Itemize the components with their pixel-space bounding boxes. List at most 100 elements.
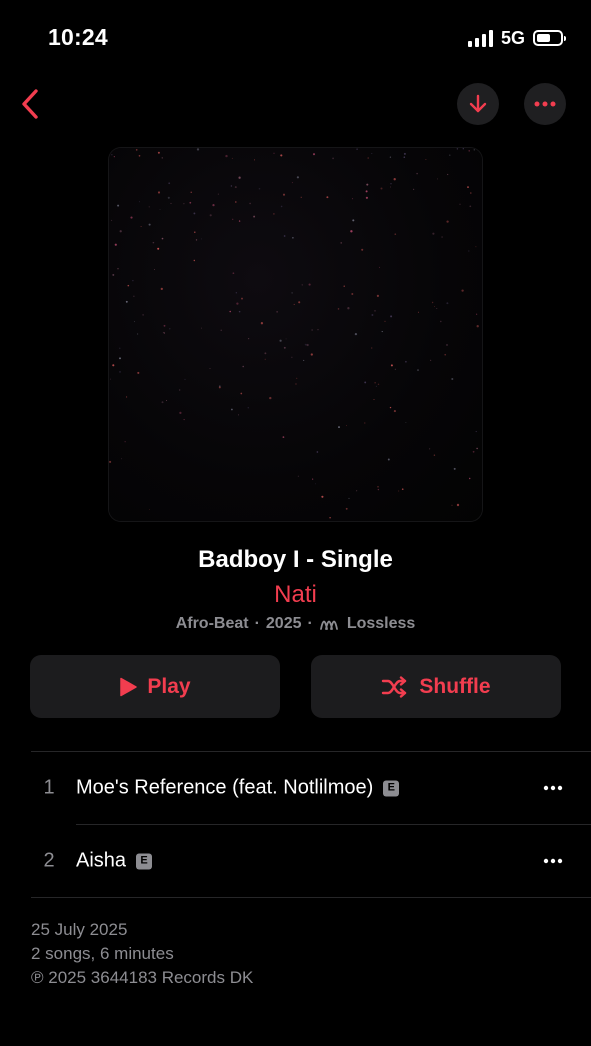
- star-dot: [238, 310, 241, 313]
- star-dot: [347, 307, 350, 310]
- track-number: 1: [43, 776, 55, 799]
- track-row[interactable]: 2 Aisha E: [0, 825, 591, 897]
- separator-dot: ·: [307, 615, 313, 632]
- star-dot: [247, 406, 250, 409]
- star-dot: [194, 231, 196, 234]
- star-dot: [351, 198, 354, 200]
- star-dot: [296, 377, 298, 379]
- star-dot: [238, 220, 241, 222]
- star-dot: [112, 273, 115, 276]
- star-dot: [373, 398, 375, 400]
- star-dot: [304, 343, 307, 346]
- star-dot: [232, 272, 235, 275]
- star-dot: [292, 236, 294, 239]
- explicit-icon: E: [136, 853, 153, 869]
- star-dot: [405, 421, 407, 423]
- album-metadata: Afro-Beat · 2025 · Lossless: [0, 615, 591, 633]
- star-dot: [209, 368, 211, 369]
- star-dot: [196, 148, 200, 151]
- status-time: 10:24: [48, 24, 108, 50]
- star-dot: [393, 178, 396, 181]
- star-dot: [127, 284, 130, 287]
- star-dot: [170, 202, 172, 204]
- star-dot: [417, 311, 419, 313]
- star-dot: [401, 488, 404, 491]
- star-dot: [135, 149, 138, 151]
- star-dot: [296, 176, 299, 179]
- star-dot: [236, 302, 239, 305]
- star-dot: [163, 332, 165, 334]
- starfield-artwork-image: [109, 148, 479, 519]
- star-dot: [273, 152, 275, 154]
- star-dot: [138, 154, 141, 157]
- explicit-icon: E: [383, 780, 400, 796]
- star-dot: [367, 157, 369, 159]
- star-dot: [459, 203, 461, 205]
- star-dot: [167, 196, 170, 199]
- star-dot: [133, 295, 135, 297]
- album-title: Badboy I - Single: [198, 546, 393, 573]
- star-dot: [254, 159, 255, 161]
- album-artwork: [109, 148, 482, 521]
- star-dot: [381, 331, 383, 333]
- more-options-button[interactable]: [524, 83, 566, 125]
- back-button[interactable]: [8, 82, 52, 126]
- star-dot: [398, 490, 400, 492]
- star-dot: [348, 497, 350, 499]
- star-dot: [279, 339, 282, 342]
- star-dot: [126, 396, 128, 398]
- star-dot: [295, 383, 297, 385]
- star-dot: [133, 321, 136, 323]
- network-type: 5G: [500, 27, 525, 48]
- star-dot: [291, 356, 293, 358]
- star-dot: [109, 378, 111, 380]
- star-dot: [441, 236, 443, 238]
- star-dot: [377, 485, 379, 488]
- download-button[interactable]: [457, 83, 499, 125]
- star-dot: [230, 185, 233, 187]
- star-dot: [163, 324, 166, 327]
- star-dot: [149, 509, 150, 510]
- star-dot: [425, 159, 427, 161]
- star-dot: [291, 292, 293, 294]
- star-dot: [371, 314, 374, 316]
- artist-link[interactable]: Nati: [0, 581, 591, 609]
- star-dot: [293, 303, 295, 305]
- star-dot: [389, 406, 392, 409]
- album-footer: 25 July 2025 2 songs, 6 minutes ℗ 2025 3…: [31, 918, 253, 990]
- star-dot: [338, 426, 340, 429]
- star-dot: [437, 178, 439, 180]
- star-dot: [238, 176, 241, 179]
- star-dot: [476, 447, 478, 450]
- star-dot: [225, 154, 228, 158]
- star-dot: [114, 243, 117, 246]
- track-more-button[interactable]: [537, 845, 569, 877]
- star-dot: [446, 302, 449, 305]
- star-dot: [148, 223, 151, 226]
- play-button[interactable]: Play: [30, 655, 280, 718]
- star-dot: [238, 414, 240, 416]
- battery-icon: [533, 30, 566, 46]
- track-more-button[interactable]: [537, 772, 569, 804]
- star-dot: [218, 385, 221, 388]
- star-dot: [456, 503, 460, 507]
- star-dot: [433, 454, 436, 456]
- shuffle-label: Shuffle: [419, 674, 491, 698]
- star-dot: [446, 220, 449, 223]
- star-dot: [345, 425, 348, 427]
- year-label: 2025: [265, 615, 302, 632]
- star-dot: [436, 307, 438, 309]
- lossless-icon: [319, 617, 341, 631]
- track-row[interactable]: 1 Moe's Reference (feat. Notlilmoe) E: [0, 752, 591, 824]
- star-dot: [193, 212, 196, 215]
- star-dot: [119, 371, 121, 373]
- star-dot: [352, 219, 355, 222]
- star-dot: [119, 347, 121, 349]
- star-dot: [456, 148, 459, 150]
- star-dot: [429, 448, 431, 450]
- ellipsis-icon: [534, 101, 556, 107]
- star-dot: [242, 365, 244, 368]
- shuffle-button[interactable]: Shuffle: [311, 655, 561, 718]
- star-dot: [446, 344, 448, 346]
- star-dot: [280, 154, 283, 157]
